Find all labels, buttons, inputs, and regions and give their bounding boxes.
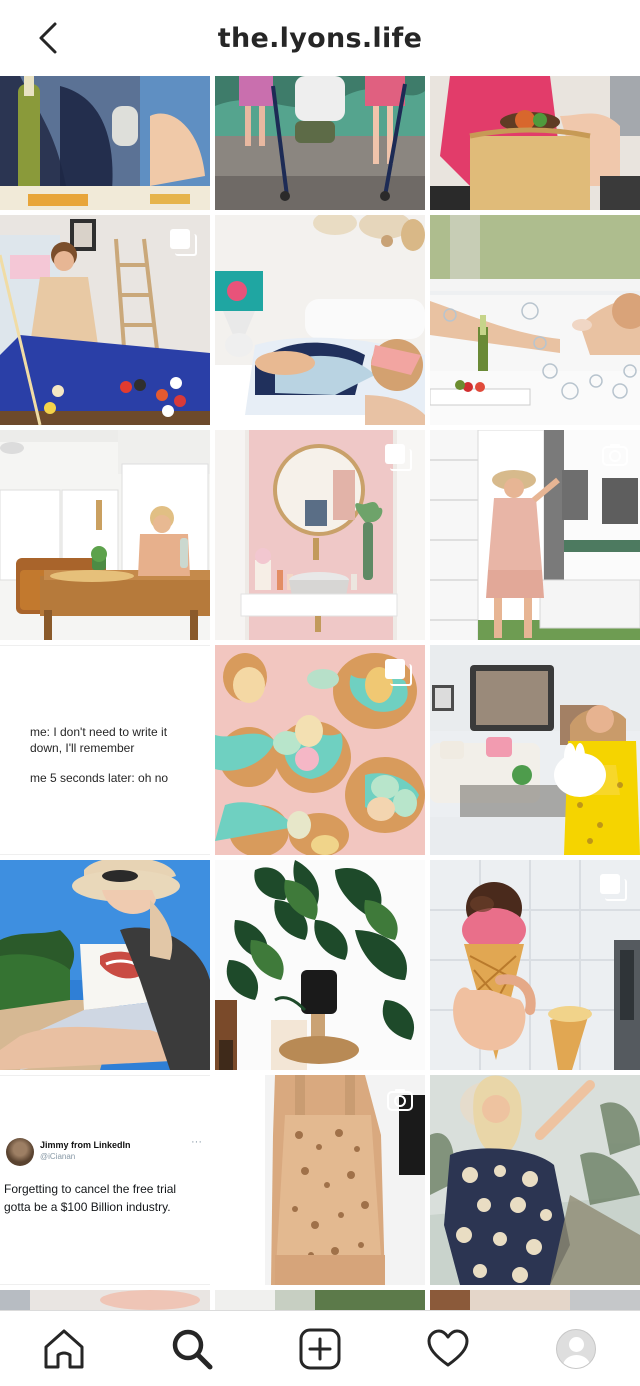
tweet-screenshot-post[interactable]: Jimmy from LinkedIn @iCianan ··· Forgett… <box>0 1075 210 1285</box>
profile-username-title: the.lyons.life <box>217 22 423 54</box>
post-thumbnail[interactable] <box>215 860 425 1070</box>
multi-photo-icon <box>600 874 627 901</box>
meme-line-1: me: I don't need to write it down, I'll … <box>30 725 168 755</box>
post-thumbnail[interactable] <box>215 430 425 640</box>
multi-photo-icon <box>170 229 197 256</box>
nav-search-button[interactable] <box>162 1319 222 1379</box>
tweet-body: Forgetting to cancel the free trial gott… <box>4 1182 177 1214</box>
post-thumbnail[interactable] <box>430 1290 640 1310</box>
video-icon <box>602 444 628 466</box>
nav-activity-button[interactable] <box>418 1319 478 1379</box>
nav-home-button[interactable] <box>34 1319 94 1379</box>
tweet-author-avatar <box>6 1138 34 1166</box>
search-icon <box>172 1329 213 1369</box>
post-thumbnail[interactable] <box>430 430 640 640</box>
bottom-nav-bar <box>0 1310 640 1386</box>
profile-avatar <box>556 1328 596 1369</box>
meme-line-2: me 5 seconds later: oh no <box>30 771 169 785</box>
post-thumbnail[interactable] <box>430 645 640 855</box>
top-bar: the.lyons.life <box>0 0 640 76</box>
post-thumbnail[interactable] <box>215 76 425 210</box>
meme-text-post[interactable]: me: I don't need to write it down, I'll … <box>0 645 210 855</box>
post-thumbnail[interactable] <box>430 215 640 425</box>
post-thumbnail[interactable] <box>430 1075 640 1285</box>
tweet-author-handle: @iCianan <box>40 1152 76 1161</box>
nav-profile-button[interactable] <box>546 1319 606 1379</box>
post-thumbnail[interactable] <box>0 215 210 425</box>
post-thumbnail[interactable] <box>215 645 425 855</box>
profile-grid-screen: the.lyons.life me: I don't need to write… <box>0 0 640 1386</box>
post-thumbnail[interactable] <box>215 1290 425 1310</box>
post-thumbnail[interactable] <box>215 1075 425 1285</box>
chevron-left-icon <box>39 22 57 54</box>
post-thumbnail[interactable] <box>215 215 425 425</box>
video-icon <box>387 1089 413 1111</box>
multi-photo-icon <box>385 659 412 686</box>
post-thumbnail[interactable] <box>0 860 210 1070</box>
nav-new-post-button[interactable] <box>290 1319 350 1379</box>
tweet-author-name: Jimmy from LinkedIn <box>40 1140 131 1150</box>
heart-icon <box>427 1329 469 1366</box>
tweet-more-icon: ··· <box>191 1136 202 1148</box>
posts-grid: me: I don't need to write it down, I'll … <box>0 76 640 1310</box>
multi-photo-icon <box>385 444 412 471</box>
post-thumbnail[interactable] <box>0 76 210 210</box>
meme-text: me: I don't need to write it down, I'll … <box>30 724 200 800</box>
post-thumbnail[interactable] <box>430 860 640 1070</box>
post-thumbnail[interactable] <box>0 430 210 640</box>
add-post-icon <box>299 1328 341 1369</box>
back-button[interactable] <box>26 14 70 62</box>
home-icon <box>44 1329 84 1368</box>
post-thumbnail[interactable] <box>0 1290 210 1310</box>
post-thumbnail[interactable] <box>430 76 640 210</box>
